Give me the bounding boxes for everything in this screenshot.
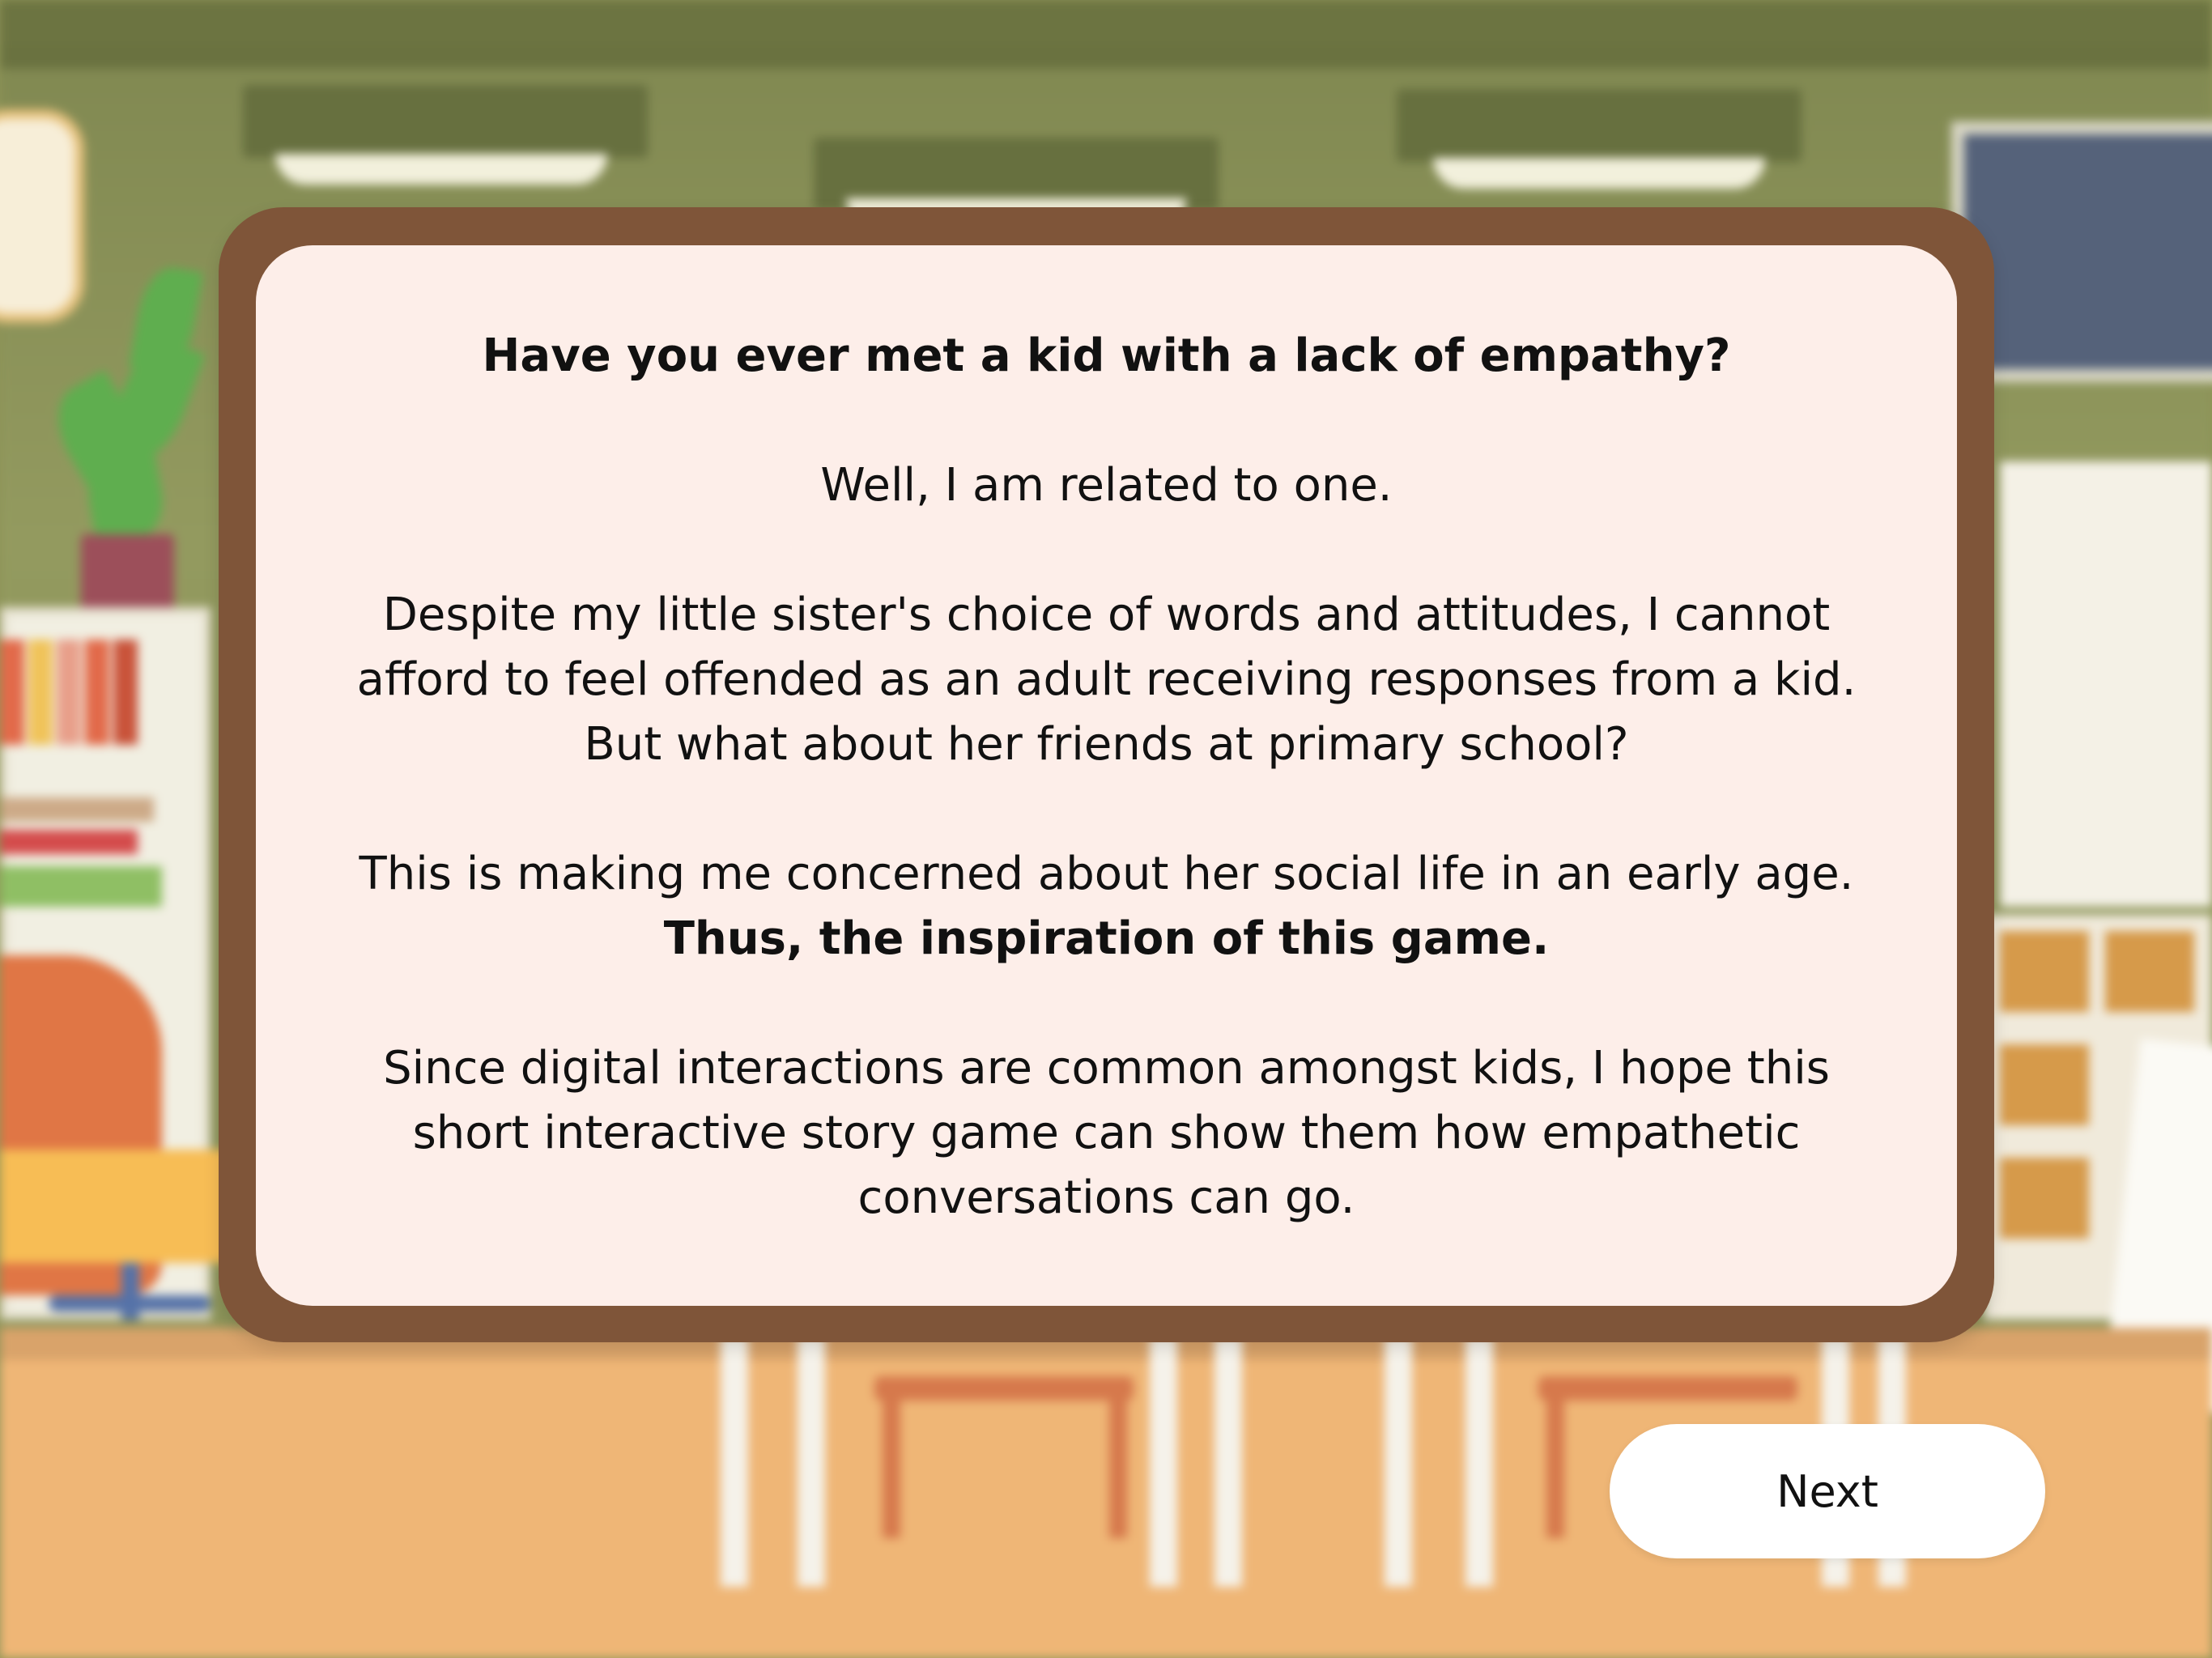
cabinet-cell bbox=[2000, 1044, 2089, 1125]
wall-clock bbox=[0, 109, 84, 323]
book bbox=[0, 640, 24, 745]
chair-leg bbox=[1109, 1392, 1127, 1538]
dialog-card: Have you ever met a kid with a lack of e… bbox=[256, 245, 1957, 1306]
chair-leg bbox=[883, 1392, 900, 1538]
dialog-line: conversations can go. bbox=[857, 1171, 1355, 1224]
cabinet-cell bbox=[2000, 1158, 2089, 1239]
dialog-question: Have you ever met a kid with a lack of e… bbox=[482, 329, 1731, 382]
chair-base bbox=[49, 1295, 211, 1312]
dialog-line: Since digital interactions are common am… bbox=[383, 1042, 1830, 1095]
ceiling-lamp bbox=[1397, 89, 1802, 162]
book bbox=[28, 640, 53, 745]
book bbox=[85, 640, 109, 745]
table-leg bbox=[1385, 1336, 1412, 1587]
table-leg bbox=[1214, 1336, 1242, 1587]
ceiling-beam bbox=[0, 45, 2212, 69]
game-screen: Have you ever met a kid with a lack of e… bbox=[0, 0, 2212, 1658]
ceiling-lamp bbox=[243, 85, 648, 158]
table-leg bbox=[721, 1336, 748, 1587]
lamp-light bbox=[1433, 158, 1765, 189]
chair-leg bbox=[1546, 1392, 1564, 1538]
cabinet-cell bbox=[2000, 931, 2089, 1012]
dialog-line: But what about her friends at primary sc… bbox=[584, 718, 1629, 771]
book bbox=[0, 830, 138, 854]
whiteboard bbox=[2000, 461, 2212, 907]
cabinet-cell bbox=[2105, 931, 2194, 1012]
book bbox=[113, 640, 138, 745]
book bbox=[0, 866, 162, 907]
table-leg bbox=[798, 1336, 825, 1587]
dialog-emphasis: Thus, the inspiration of this game. bbox=[663, 912, 1550, 965]
dialog-line: This is making me concerned about her so… bbox=[359, 848, 1854, 900]
dialog-frame: Have you ever met a kid with a lack of e… bbox=[219, 207, 1994, 1342]
next-button[interactable]: Next bbox=[1610, 1424, 2045, 1558]
book bbox=[0, 797, 154, 822]
dialog-line: short interactive story game can show th… bbox=[412, 1107, 1801, 1159]
table-leg bbox=[1150, 1336, 1177, 1587]
book bbox=[57, 640, 81, 745]
dialog-line: Despite my little sister's choice of wor… bbox=[382, 589, 1831, 641]
dialog-line: afford to feel offended as an adult rece… bbox=[356, 653, 1857, 706]
lamp-light bbox=[275, 154, 607, 185]
student-chair bbox=[874, 1376, 1134, 1401]
table-leg bbox=[1465, 1336, 1493, 1587]
student-chair bbox=[1538, 1376, 1797, 1401]
dialog-line: Well, I am related to one. bbox=[820, 459, 1393, 512]
